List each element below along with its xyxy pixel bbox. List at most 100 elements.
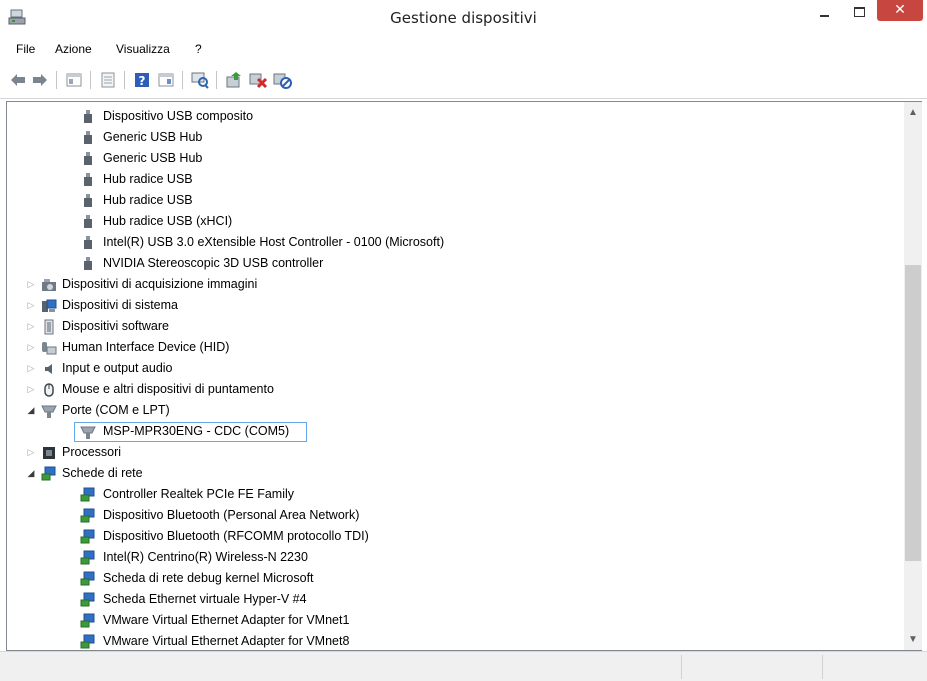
tree-item-label: Scheda Ethernet virtuale Hyper-V #4 [103,592,307,606]
scroll-up-icon[interactable]: ▲ [904,104,922,121]
show-hidden-icon[interactable] [98,70,118,90]
expand-arrow-icon[interactable]: ▷ [26,379,36,400]
device-tree[interactable]: Dispositivo USB composito Generic USB Hu… [6,101,905,651]
tree-item[interactable]: VMware Virtual Ethernet Adapter for VMne… [7,610,887,631]
system-devices-icon [42,299,57,312]
tree-item[interactable]: Scheda Ethernet virtuale Hyper-V #4 [7,589,887,610]
tree-item[interactable]: Intel(R) USB 3.0 eXtensible Host Control… [7,232,887,253]
tree-item[interactable]: Hub radice USB [7,169,887,190]
toolbar-separator [124,71,125,89]
network-adapter-icon [80,508,95,523]
menu-visualizza[interactable]: Visualizza [116,42,170,56]
tree-item-label: Intel(R) Centrino(R) Wireless-N 2230 [103,550,308,564]
tree-item[interactable]: Dispositivo Bluetooth (RFCOMM protocollo… [7,526,887,547]
tree-item-label: Dispositivi di sistema [62,298,179,312]
menu-help[interactable]: ? [195,42,202,56]
vertical-scrollbar[interactable]: ▲ ▼ [904,101,922,651]
forward-icon[interactable] [30,70,50,90]
properties-icon[interactable] [156,70,176,90]
tree-item[interactable]: Hub radice USB (xHCI) [7,211,887,232]
uninstall-icon[interactable] [248,70,268,90]
tree-item[interactable]: Generic USB Hub [7,148,887,169]
tree-item[interactable]: Intel(R) Centrino(R) Wireless-N 2230 [7,547,887,568]
tree-category-audio[interactable]: ▷ Input e output audio [7,358,887,379]
tree-item-label: Intel(R) USB 3.0 eXtensible Host Control… [103,235,445,249]
expand-arrow-icon[interactable]: ▷ [26,274,36,295]
network-adapter-icon [41,466,56,481]
collapse-arrow-icon[interactable]: ◢ [26,400,36,421]
usb-plug-icon [84,131,92,144]
usb-plug-icon [84,152,92,165]
toolbar-separator [216,71,217,89]
tree-item[interactable]: Controller Realtek PCIe FE Family [7,484,887,505]
disable-icon[interactable] [272,70,292,90]
network-adapter-icon [80,571,95,586]
tree-item[interactable]: Dispositivo Bluetooth (Personal Area Net… [7,505,887,526]
menu-file[interactable]: File [16,42,35,56]
tree-item-label: Input e output audio [62,361,173,375]
toolbar-separator [56,71,57,89]
network-adapter-icon [80,550,95,565]
tree-item[interactable]: Dispositivo USB composito [7,106,887,127]
tree-item-label: Schede di rete [62,466,143,480]
status-divider [822,655,823,679]
tree-item[interactable]: Generic USB Hub [7,127,887,148]
scrollbar-thumb[interactable] [905,265,921,561]
tree-item-label: Generic USB Hub [103,151,203,165]
tree-item-label: Hub radice USB [103,172,193,186]
tree-category-hid[interactable]: ▷ Human Interface Device (HID) [7,337,887,358]
usb-plug-icon [84,215,92,228]
menu-azione[interactable]: Azione [55,42,92,56]
collapse-arrow-icon[interactable]: ◢ [26,463,36,484]
help-icon[interactable]: ? [132,70,152,90]
status-divider [681,655,682,679]
back-icon[interactable] [8,70,28,90]
software-device-icon [44,319,54,335]
tree-category-mouse[interactable]: ▷ Mouse e altri dispositivi di puntament… [7,379,887,400]
tree-item[interactable]: Scheda di rete debug kernel Microsoft [7,568,887,589]
tree-item-label: Dispositivo Bluetooth (Personal Area Net… [103,508,360,522]
expand-arrow-icon[interactable]: ▷ [26,442,36,463]
tree-category-system[interactable]: ▷ Dispositivi di sistema [7,295,887,316]
network-adapter-icon [80,487,95,502]
status-bar [0,651,927,681]
expand-arrow-icon[interactable]: ▷ [26,295,36,316]
update-driver-icon[interactable] [224,70,244,90]
properties-view-icon[interactable] [64,70,84,90]
port-icon [80,426,96,439]
toolbar: ? [0,63,927,99]
hid-icon [42,342,57,355]
tree-item-label: NVIDIA Stereoscopic 3D USB controller [103,256,324,270]
tree-category-imaging[interactable]: ▷ Dispositivi di acquisizione immagini [7,274,887,295]
port-icon [41,405,57,418]
toolbar-separator [90,71,91,89]
tree-category-processors[interactable]: ▷ Processori [7,442,887,463]
tree-item-label: VMware Virtual Ethernet Adapter for VMne… [103,613,350,627]
usb-plug-icon [84,236,92,249]
close-button[interactable]: ✕ [877,0,923,21]
minimize-icon [820,15,829,17]
mouse-icon [44,383,54,397]
maximize-button[interactable] [846,0,872,25]
tree-category-ports[interactable]: ◢ Porte (COM e LPT) [7,400,887,421]
menu-bar: File Azione Visualizza ? [0,37,927,61]
maximize-icon [854,7,865,17]
minimize-button[interactable] [812,0,838,25]
tree-item[interactable]: VMware Virtual Ethernet Adapter for VMne… [7,631,887,650]
tree-item-label: Scheda di rete debug kernel Microsoft [103,571,314,585]
toolbar-separator [182,71,183,89]
tree-item[interactable]: NVIDIA Stereoscopic 3D USB controller [7,253,887,274]
expand-arrow-icon[interactable]: ▷ [26,358,36,379]
processor-icon [43,447,55,459]
tree-item-label: Dispositivi di acquisizione immagini [62,277,258,291]
tree-item[interactable]: Hub radice USB [7,190,887,211]
expand-arrow-icon[interactable]: ▷ [26,337,36,358]
scroll-down-icon[interactable]: ▼ [904,631,922,648]
tree-category-software[interactable]: ▷ Dispositivi software [7,316,887,337]
tree-category-network[interactable]: ◢ Schede di rete [7,463,887,484]
usb-plug-icon [84,194,92,207]
scan-hardware-icon[interactable] [190,70,210,90]
tree-item-selected[interactable]: MSP-MPR30ENG - CDC (COM5) [7,421,887,442]
expand-arrow-icon[interactable]: ▷ [26,316,36,337]
close-icon: ✕ [894,2,906,18]
